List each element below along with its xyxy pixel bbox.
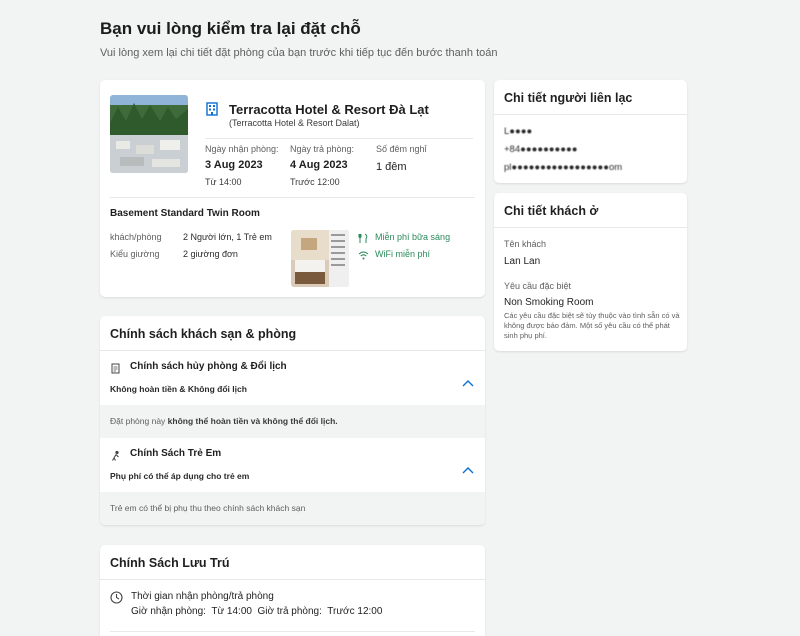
divider <box>205 138 473 139</box>
guest-name: Lan Lan <box>504 256 541 267</box>
child-policy-summary: Phụ phí có thể áp dụng cho trẻ em <box>110 471 250 481</box>
amenity-breakfast: Miễn phí bữa sáng <box>375 232 451 242</box>
guests-label: khách/phòng <box>110 232 162 242</box>
bed-label: Kiểu giường <box>110 249 160 259</box>
guest-details-card: Chi tiết khách ở Tên khách Lan Lan Yêu c… <box>494 193 687 351</box>
checkin-label: Ngày nhận phòng: <box>205 144 279 154</box>
checkout-time-value: Trước 12:00 <box>327 606 383 617</box>
contact-details-card: Chi tiết người liên lạc L●●●● +84●●●●●●●… <box>494 80 687 183</box>
page-subtitle: Vui lòng xem lại chi tiết đặt phòng của … <box>100 47 498 59</box>
contact-email: pl●●●●●●●●●●●●●●●●●om <box>504 162 623 173</box>
room-photo[interactable] <box>291 230 349 287</box>
contact-phone: +84●●●●●●●●●● <box>504 144 578 155</box>
cancel-detail-bold: không thể hoàn tiền và không thể đổi lịc… <box>167 416 338 426</box>
chevron-up-icon[interactable] <box>462 461 474 474</box>
amenity-wifi: WiFi miễn phí <box>375 249 431 259</box>
checkout-label: Ngày trả phòng: <box>290 144 355 154</box>
nights-value: 1 đêm <box>376 161 407 173</box>
contact-title: Chi tiết người liên lạc <box>504 91 633 105</box>
room-name: Basement Standard Twin Room <box>110 208 260 219</box>
divider <box>110 197 475 198</box>
clock-icon <box>110 591 123 604</box>
checkin-time: Từ 14:00 <box>205 177 242 187</box>
guests-value: 2 Người lớn, 1 Trẻ em <box>183 232 272 242</box>
cancel-policy-detail: Đặt phòng này không thể hoàn tiền và khô… <box>100 405 485 438</box>
checkin-time-value: Từ 14:00 <box>211 606 252 617</box>
special-request-label: Yêu cầu đặc biệt <box>504 281 572 291</box>
policy-title: Chính sách khách sạn & phòng <box>110 327 297 341</box>
hotel-subname: (Terracotta Hotel & Resort Dalat) <box>229 118 360 128</box>
guest-title: Chi tiết khách ở <box>504 204 599 218</box>
checkin-time-row: Giờ nhận phòng: Từ 14:00 Giờ trả phòng: … <box>131 606 382 617</box>
divider <box>100 579 485 580</box>
breakfast-icon <box>358 231 369 243</box>
divider <box>110 631 475 632</box>
special-request-value: Non Smoking Room <box>504 297 594 308</box>
page-title: Bạn vui lòng kiểm tra lại đặt chỗ <box>100 19 361 38</box>
stay-title: Chính Sách Lưu Trú <box>110 556 230 570</box>
cancel-policy-summary: Không hoàn tiền & Không đổi lịch <box>110 384 247 394</box>
cancel-detail-text: Đặt phòng này <box>110 416 168 426</box>
hotel-policy-card: Chính sách khách sạn & phòng Chính sách … <box>100 316 485 525</box>
wifi-icon <box>358 248 369 260</box>
checkin-checkout-title: Thời gian nhận phòng/trả phòng <box>131 591 274 602</box>
hotel-summary-card: Terracotta Hotel & Resort Đà Lạt (Terrac… <box>100 80 485 297</box>
hotel-photo[interactable] <box>110 95 188 173</box>
checkout-time: Trước 12:00 <box>290 177 340 187</box>
child-icon <box>110 448 121 461</box>
divider <box>494 114 687 115</box>
divider <box>494 227 687 228</box>
child-policy-detail: Trẻ em có thể bị phụ thu theo chính sách… <box>100 492 485 525</box>
nights-label: Số đêm nghỉ <box>376 144 427 154</box>
stay-policy-card: Chính Sách Lưu Trú Thời gian nhận phòng/… <box>100 545 485 636</box>
checkin-time-label: Giờ nhận phòng: <box>131 606 206 617</box>
guest-name-label: Tên khách <box>504 239 547 249</box>
checkout-date: 4 Aug 2023 <box>290 159 348 171</box>
special-request-note: Các yêu cầu đặc biệt sẽ tùy thuộc vào tì… <box>504 311 680 340</box>
cancel-policy-title: Chính sách hủy phòng & Đổi lịch <box>130 361 287 372</box>
child-policy-title: Chính Sách Trẻ Em <box>130 448 222 459</box>
contact-name: L●●●● <box>504 126 533 137</box>
chevron-up-icon[interactable] <box>462 374 474 387</box>
checkout-time-label: Giờ trả phòng: <box>257 606 322 617</box>
bed-value: 2 giường đơn <box>183 249 238 259</box>
document-icon <box>110 361 121 374</box>
divider <box>100 350 485 351</box>
checkin-date: 3 Aug 2023 <box>205 159 263 171</box>
hotel-name: Terracotta Hotel & Resort Đà Lạt <box>229 102 429 117</box>
building-icon <box>205 102 219 116</box>
